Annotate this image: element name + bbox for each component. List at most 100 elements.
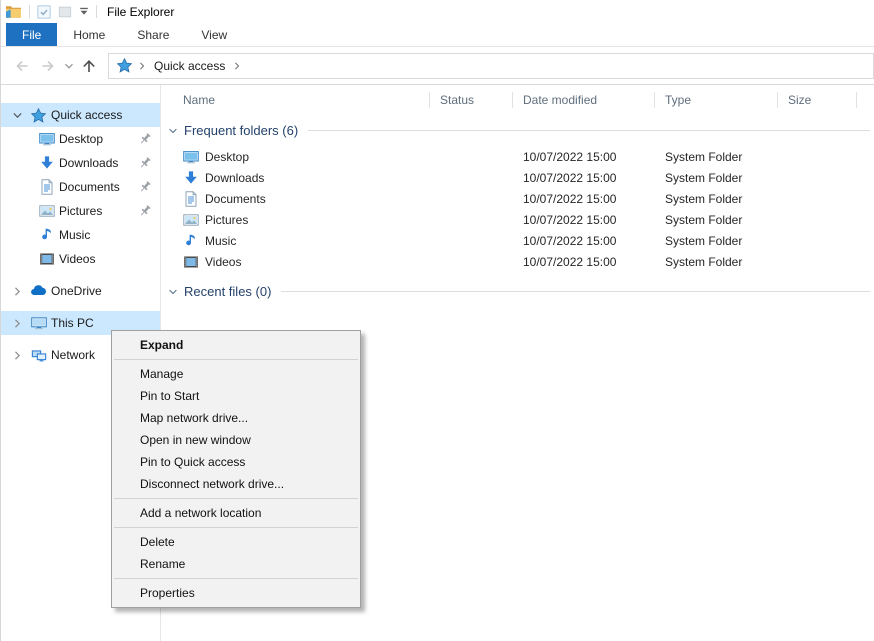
file-name-label: Desktop bbox=[205, 150, 249, 164]
sidebar-item-label: Music bbox=[59, 228, 90, 242]
onedrive-icon bbox=[30, 283, 47, 299]
pin-icon bbox=[138, 180, 152, 194]
breadcrumb-quick-access[interactable]: Quick access bbox=[152, 59, 227, 73]
column-header-date-modified[interactable]: Date modified bbox=[513, 89, 655, 111]
group-header-rule bbox=[281, 291, 870, 292]
sidebar-item-music[interactable]: Music bbox=[1, 223, 160, 247]
cell-date: 10/07/2022 15:00 bbox=[513, 234, 655, 248]
ribbon-tabs: FileHomeShareView bbox=[1, 23, 874, 47]
file-name-label: Videos bbox=[205, 255, 241, 269]
menu-item-delete[interactable]: Delete bbox=[112, 531, 360, 553]
menu-item-disconnect-network-drive[interactable]: Disconnect network drive... bbox=[112, 473, 360, 495]
menu-separator bbox=[114, 498, 358, 499]
sidebar-item-quick-access[interactable]: Quick access bbox=[1, 103, 160, 127]
tab-home[interactable]: Home bbox=[57, 23, 121, 46]
up-button[interactable] bbox=[76, 53, 102, 79]
cell-type: System Folder bbox=[655, 255, 778, 269]
file-row-downloads[interactable]: Downloads10/07/2022 15:00System Folder bbox=[161, 167, 874, 188]
column-header-size[interactable]: Size bbox=[778, 89, 857, 111]
qat-new-folder-button[interactable] bbox=[58, 5, 72, 19]
file-name-label: Pictures bbox=[205, 213, 248, 227]
qat-separator bbox=[96, 5, 97, 18]
menu-item-map-network-drive[interactable]: Map network drive... bbox=[112, 407, 360, 429]
group-collapse-chevron-icon[interactable] bbox=[167, 286, 179, 298]
file-row-music[interactable]: Music 10/07/2022 15:00System Folder bbox=[161, 230, 874, 251]
cell-type: System Folder bbox=[655, 213, 778, 227]
videos-icon bbox=[183, 254, 199, 270]
sidebar-item-label: Downloads bbox=[59, 156, 118, 170]
pictures-icon bbox=[38, 203, 55, 219]
sidebar-item-label: Network bbox=[51, 348, 95, 362]
menu-item-properties[interactable]: Properties bbox=[112, 582, 360, 604]
menu-item-expand[interactable]: Expand bbox=[112, 334, 360, 356]
context-menu: Expand ManagePin to StartMap network driv… bbox=[111, 330, 361, 608]
menu-item-pin-to-start[interactable]: Pin to Start bbox=[112, 385, 360, 407]
cell-name: Videos bbox=[161, 254, 430, 270]
qat-customize-dropdown-icon[interactable] bbox=[79, 7, 89, 16]
downloads-icon bbox=[183, 170, 199, 186]
file-row-desktop[interactable]: Desktop10/07/2022 15:00System Folder bbox=[161, 146, 874, 167]
menu-item-manage[interactable]: Manage bbox=[112, 363, 360, 385]
music-icon bbox=[38, 227, 55, 243]
quick-access-star-icon bbox=[117, 58, 132, 73]
file-row-videos[interactable]: Videos10/07/2022 15:00System Folder bbox=[161, 251, 874, 272]
group-header-frequent-folders-6[interactable]: Frequent folders (6) bbox=[167, 123, 870, 138]
sidebar-item-downloads[interactable]: Downloads bbox=[1, 151, 160, 175]
file-row-pictures[interactable]: Pictures 10/07/2022 15:00System Folder bbox=[161, 209, 874, 230]
cell-name: Desktop bbox=[161, 149, 430, 165]
file-row-documents[interactable]: Documents10/07/2022 15:00System Folder bbox=[161, 188, 874, 209]
breadcrumb-chevron-icon[interactable] bbox=[232, 61, 242, 71]
cell-type: System Folder bbox=[655, 234, 778, 248]
menu-item-pin-to-quick-access[interactable]: Pin to Quick access bbox=[112, 451, 360, 473]
documents-icon bbox=[38, 179, 55, 195]
sidebar-item-desktop[interactable]: Desktop bbox=[1, 127, 160, 151]
cell-type: System Folder bbox=[655, 150, 778, 164]
tab-file[interactable]: File bbox=[6, 23, 57, 46]
file-name-label: Downloads bbox=[205, 171, 264, 185]
chevron-right-icon[interactable] bbox=[9, 285, 25, 298]
group-header-recent-files-0[interactable]: Recent files (0) bbox=[167, 284, 870, 299]
column-header-status[interactable]: Status bbox=[430, 89, 513, 111]
music-icon bbox=[183, 233, 199, 249]
menu-item-open-in-new-window[interactable]: Open in new window bbox=[112, 429, 360, 451]
pictures-icon bbox=[183, 212, 199, 228]
cell-name: Pictures bbox=[161, 212, 430, 228]
sidebar-item-label: This PC bbox=[51, 316, 94, 330]
tab-view[interactable]: View bbox=[185, 23, 243, 46]
sidebar-item-label: Desktop bbox=[59, 132, 103, 146]
qat-properties-button[interactable] bbox=[37, 5, 51, 19]
breadcrumb-chevron-icon[interactable] bbox=[137, 61, 147, 71]
sidebar-item-videos[interactable]: Videos bbox=[1, 247, 160, 271]
cell-type: System Folder bbox=[655, 192, 778, 206]
cell-date: 10/07/2022 15:00 bbox=[513, 171, 655, 185]
desktop-icon bbox=[38, 131, 55, 147]
group-collapse-chevron-icon[interactable] bbox=[167, 125, 179, 137]
network-icon bbox=[30, 347, 47, 363]
pin-icon bbox=[138, 156, 152, 170]
desktop-icon bbox=[183, 149, 199, 165]
file-explorer-window: File Explorer FileHomeShareView Quick ac… bbox=[0, 0, 874, 641]
sidebar-item-onedrive[interactable]: OneDrive bbox=[1, 279, 160, 303]
file-name-label: Music bbox=[205, 234, 236, 248]
tab-share[interactable]: Share bbox=[121, 23, 185, 46]
menu-separator bbox=[114, 578, 358, 579]
recent-locations-dropdown-icon[interactable] bbox=[61, 53, 76, 79]
column-header-name[interactable]: Name bbox=[161, 89, 430, 111]
address-bar[interactable]: Quick access bbox=[108, 53, 874, 79]
column-header-type[interactable]: Type bbox=[655, 89, 778, 111]
qat-separator bbox=[29, 5, 30, 18]
chevron-right-icon[interactable] bbox=[9, 349, 25, 362]
sidebar-item-documents[interactable]: Documents bbox=[1, 175, 160, 199]
titlebar: File Explorer bbox=[1, 0, 874, 23]
back-button[interactable] bbox=[9, 53, 35, 79]
menu-item-add-a-network-location[interactable]: Add a network location bbox=[112, 502, 360, 524]
cell-name: Downloads bbox=[161, 170, 430, 186]
downloads-icon bbox=[38, 155, 55, 171]
chevron-down-icon[interactable] bbox=[9, 109, 25, 122]
forward-button[interactable] bbox=[35, 53, 61, 79]
sidebar-item-pictures[interactable]: Pictures bbox=[1, 199, 160, 223]
cell-name: Documents bbox=[161, 191, 430, 207]
chevron-right-icon[interactable] bbox=[9, 317, 25, 330]
menu-item-rename[interactable]: Rename bbox=[112, 553, 360, 575]
cell-date: 10/07/2022 15:00 bbox=[513, 213, 655, 227]
